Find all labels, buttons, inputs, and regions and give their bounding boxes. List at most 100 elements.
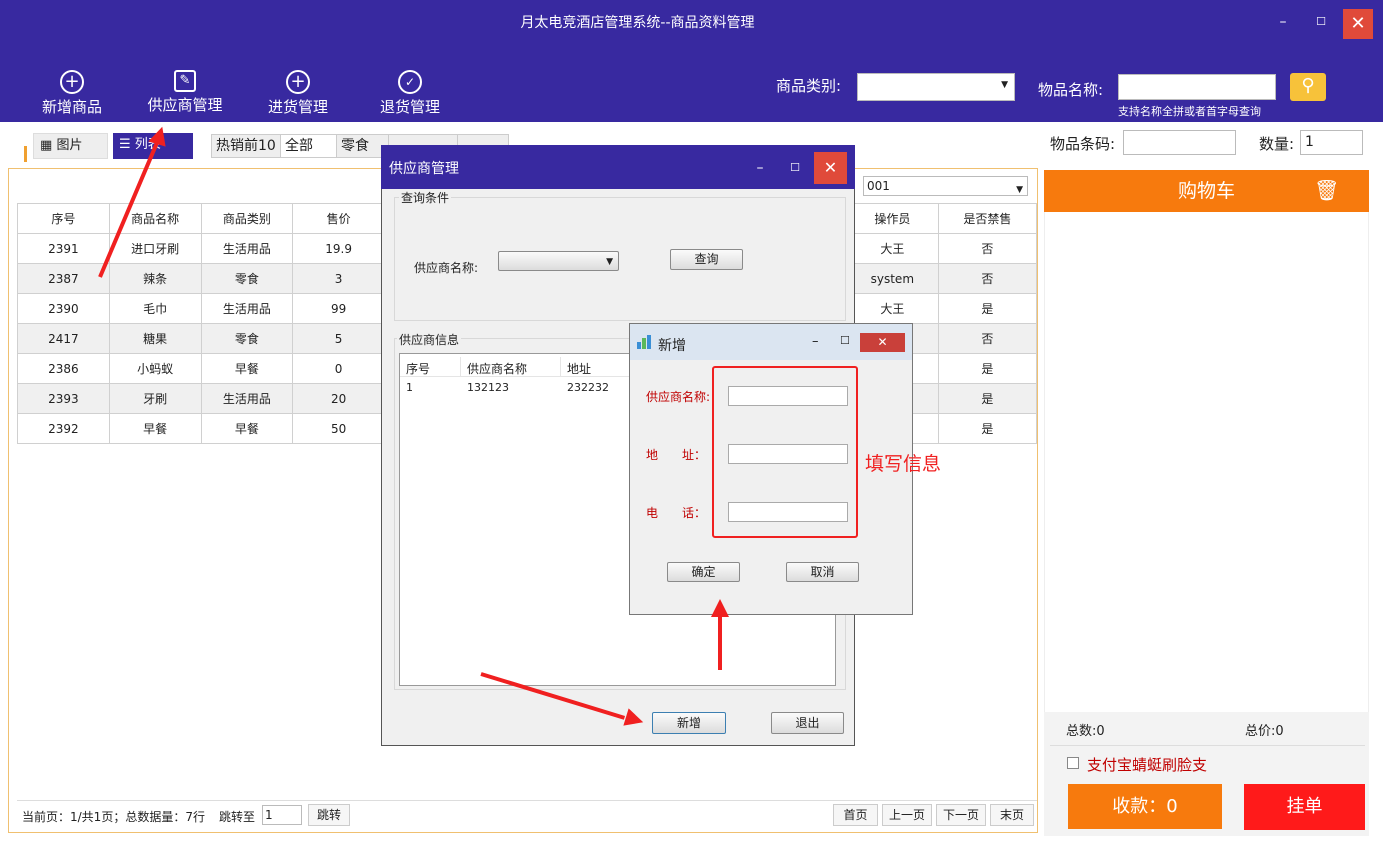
qty-input[interactable]: 1 bbox=[1300, 130, 1363, 155]
table-row[interactable]: 2386 小蚂蚁 早餐 0 bbox=[17, 353, 385, 384]
column-header[interactable]: 售价 bbox=[292, 203, 385, 234]
column-header[interactable]: 序号 bbox=[406, 360, 430, 377]
table-row[interactable]: 大王是 bbox=[846, 293, 1038, 324]
column-header[interactable]: 商品类别 bbox=[200, 203, 294, 234]
annotation-arrow-head bbox=[711, 599, 729, 617]
column-header[interactable]: 操作员 bbox=[846, 203, 939, 234]
column-header[interactable]: 供应商名称 bbox=[467, 360, 527, 377]
last-page-button[interactable]: 末页 bbox=[990, 804, 1034, 826]
table-row[interactable]: 2392 早餐 早餐 50 bbox=[17, 413, 385, 444]
cell: 是 bbox=[937, 353, 1038, 384]
cell: 2386 bbox=[17, 353, 110, 384]
confirm-button[interactable]: 确定 bbox=[667, 562, 740, 582]
prev-page-button[interactable]: 上一页 bbox=[882, 804, 932, 826]
cell: 零食 bbox=[200, 323, 294, 354]
table-row[interactable]: system 否 bbox=[846, 263, 1038, 294]
cell: system bbox=[846, 263, 939, 294]
cell: 是 bbox=[937, 383, 1038, 414]
cell: 2387 bbox=[17, 263, 110, 294]
cell: 否 bbox=[937, 263, 1038, 294]
add-dialog-title: 新增 bbox=[658, 338, 686, 354]
cell: 20 bbox=[292, 383, 385, 414]
operator-select-value: 001 bbox=[867, 179, 890, 193]
cell: 进口牙刷 bbox=[108, 233, 202, 264]
edit-icon: ✎ bbox=[174, 70, 196, 92]
jump-page-input[interactable]: 1 bbox=[262, 805, 302, 825]
add-close-button[interactable]: ✕ bbox=[860, 333, 905, 352]
chevron-down-icon: ▼ bbox=[1001, 80, 1008, 90]
cell: 19.9 bbox=[292, 233, 385, 264]
search-icon: ⚲ bbox=[1301, 75, 1315, 96]
annotation-label: 填写信息 bbox=[865, 453, 942, 475]
list-item-cell[interactable]: 232232 bbox=[567, 381, 609, 394]
cancel-button[interactable]: 取消 bbox=[786, 562, 859, 582]
cell: 早餐 bbox=[200, 353, 294, 384]
table-row[interactable]: 大王否 bbox=[846, 233, 1038, 264]
cell: 大王 bbox=[846, 233, 939, 264]
tab-all[interactable]: 全部 bbox=[280, 134, 337, 158]
add-product-button[interactable]: + 新增商品 bbox=[24, 70, 120, 117]
cell: 2390 bbox=[17, 293, 110, 324]
hold-order-button[interactable]: 挂单 bbox=[1244, 784, 1365, 830]
list-item-cell[interactable]: 132123 bbox=[467, 381, 509, 394]
query-group-label: 查询条件 bbox=[399, 189, 452, 206]
category-select[interactable]: ▼ bbox=[857, 73, 1015, 101]
cell: 毛巾 bbox=[108, 293, 202, 324]
supplier-name-select[interactable]: ▼ bbox=[498, 251, 619, 271]
add-supplier-button[interactable]: 新增 bbox=[652, 712, 726, 734]
pay-button[interactable]: 收款：0 bbox=[1068, 784, 1222, 829]
add-phone-label: 电 话： bbox=[646, 506, 707, 520]
annotation-arrow bbox=[718, 610, 722, 670]
table-header-row: 序号 商品名称 商品类别 售价 bbox=[17, 203, 385, 234]
add-maximize-button[interactable]: ☐ bbox=[840, 334, 850, 347]
alipay-checkbox[interactable] bbox=[1067, 757, 1079, 769]
cart-title: 购物车 bbox=[1177, 180, 1235, 202]
first-page-button[interactable]: 首页 bbox=[833, 804, 878, 826]
trash-icon[interactable]: 🗑 bbox=[1314, 178, 1339, 202]
supplier-close-button[interactable]: ✕ bbox=[814, 152, 847, 184]
add-minimize-button[interactable]: – bbox=[812, 334, 819, 349]
supplier-name-label: 供应商名称: bbox=[414, 261, 479, 275]
close-button[interactable]: ✕ bbox=[1343, 9, 1373, 39]
image-view-button[interactable]: ▦ 图片 bbox=[33, 133, 108, 159]
cell: 否 bbox=[937, 233, 1038, 264]
search-button[interactable]: ⚲ bbox=[1290, 73, 1326, 101]
barcode-input[interactable] bbox=[1123, 130, 1236, 155]
grid-icon: ▦ bbox=[40, 138, 53, 153]
supplier-management-button[interactable]: ✎ 供应商管理 bbox=[137, 70, 233, 115]
purchase-management-button[interactable]: + 进货管理 bbox=[250, 70, 346, 117]
table-row[interactable]: 2391 进口牙刷 生活用品 19.9 bbox=[17, 233, 385, 264]
chevron-down-icon: ▼ bbox=[606, 257, 613, 267]
next-page-button[interactable]: 下一页 bbox=[936, 804, 986, 826]
cell: 99 bbox=[292, 293, 385, 324]
toolbar-label: 新增商品 bbox=[41, 98, 102, 116]
operator-select[interactable]: 001 ▼ bbox=[863, 176, 1028, 196]
tab-hot-top10[interactable]: 热销前10 bbox=[211, 134, 281, 158]
table-row[interactable]: 2390 毛巾 生活用品 99 bbox=[17, 293, 385, 324]
supplier-dialog-title: 供应商管理 bbox=[389, 161, 459, 177]
query-button[interactable]: 查询 bbox=[670, 249, 743, 270]
maximize-button[interactable]: ☐ bbox=[1308, 12, 1334, 32]
table-row[interactable]: 2393 牙刷 生活用品 20 bbox=[17, 383, 385, 414]
alipay-label: 支付宝蜻蜓刷脸支 bbox=[1087, 756, 1208, 774]
pager-info: 当前页：1/共1页；总数据量：7行 bbox=[22, 810, 205, 824]
cell: 生活用品 bbox=[200, 233, 294, 264]
table-row[interactable]: 2417 糖果 零食 5 bbox=[17, 323, 385, 354]
item-name-input[interactable] bbox=[1118, 74, 1276, 100]
minimize-button[interactable]: – bbox=[1270, 12, 1296, 32]
cell: 2391 bbox=[17, 233, 110, 264]
cart-divider bbox=[1050, 745, 1365, 746]
column-header[interactable]: 是否禁售 bbox=[937, 203, 1038, 234]
return-management-button[interactable]: ✓ 退货管理 bbox=[362, 70, 458, 117]
cell: 大王 bbox=[846, 293, 939, 324]
column-header[interactable]: 序号 bbox=[17, 203, 110, 234]
column-divider bbox=[460, 357, 461, 377]
column-header[interactable]: 地址 bbox=[567, 360, 591, 377]
table-row[interactable]: 2387 辣条 零食 3 bbox=[17, 263, 385, 294]
jump-button[interactable]: 跳转 bbox=[308, 804, 350, 826]
list-item-cell[interactable]: 1 bbox=[406, 381, 413, 394]
exit-button[interactable]: 退出 bbox=[771, 712, 844, 734]
supplier-minimize-button[interactable]: – bbox=[750, 158, 770, 178]
supplier-maximize-button[interactable]: ☐ bbox=[785, 158, 805, 178]
cell: 生活用品 bbox=[200, 293, 294, 324]
